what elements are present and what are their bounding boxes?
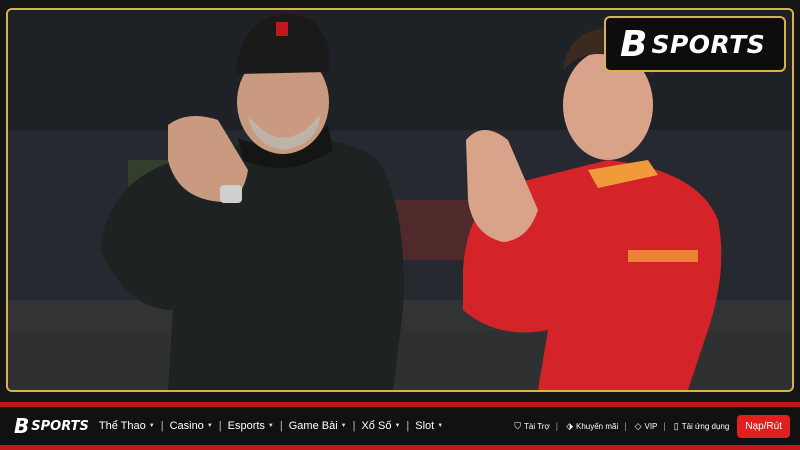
cap-crest <box>276 22 288 36</box>
link-khuyen-mai[interactable]: ⬗ Khuyến mãi <box>566 421 618 432</box>
nav-right-links: ⛉ Tài Trợ | ⬗ Khuyến mãi | ◇ VIP | ▯ Tải… <box>506 414 790 438</box>
brand-logo-mark: B <box>620 23 647 65</box>
wrist-watch <box>220 185 242 203</box>
brand-logo-text: SPORTS <box>651 29 766 59</box>
menu-separator: | <box>279 420 283 432</box>
link-vip[interactable]: ◇ VIP <box>635 421 658 432</box>
brand-logo-badge[interactable]: B SPORTS <box>604 16 786 72</box>
link-separator: | <box>663 421 666 431</box>
nav-logo[interactable]: B SPORTS <box>14 414 89 438</box>
menu-item-label: Thể Thao <box>98 420 146 432</box>
page-frame: B SPORTS B SPORTS Thể Thao ▼ | Casino ▼ … <box>0 0 800 450</box>
nav-logo-mark: B <box>14 414 29 438</box>
link-label: Tài Trợ <box>524 421 550 431</box>
shield-icon: ⛉ <box>514 420 522 431</box>
link-separator: | <box>555 421 559 431</box>
link-tai-tro[interactable]: ⛉ Tài Trợ <box>514 421 549 432</box>
menu-item-label: Slot <box>415 420 435 432</box>
main-menu: Thể Thao ▼ | Casino ▼ | Esports ▼ | Game… <box>99 420 443 432</box>
menu-separator: | <box>218 420 222 432</box>
link-label: Tải ứng dụng <box>681 421 730 431</box>
menu-separator: | <box>352 420 356 432</box>
tag-icon: ⬗ <box>566 420 573 431</box>
menu-item-slot[interactable]: Slot ▼ <box>415 420 443 432</box>
link-tai-ung-dung[interactable]: ▯ Tải ứng dụng <box>674 421 730 432</box>
menu-separator: | <box>406 420 410 432</box>
link-label: Khuyến mãi <box>575 421 619 431</box>
caret-down-icon: ▼ <box>437 423 444 429</box>
menu-item-label: Xổ Số <box>361 420 392 432</box>
menu-item-label: Casino <box>169 420 204 432</box>
bottom-navbar: B SPORTS Thể Thao ▼ | Casino ▼ | Esports… <box>0 407 800 445</box>
caret-down-icon: ▼ <box>206 423 213 429</box>
link-separator: | <box>624 421 627 431</box>
caret-down-icon: ▼ <box>394 423 401 429</box>
nav-bottom-accent <box>0 445 800 450</box>
menu-item-xo-so[interactable]: Xổ Số ▼ <box>361 420 400 432</box>
kit-stripe <box>628 250 698 262</box>
caret-down-icon: ▼ <box>148 423 155 429</box>
nav-logo-text: SPORTS <box>31 418 89 434</box>
deposit-withdraw-button[interactable]: Nạp/Rút <box>737 414 790 438</box>
phone-icon: ▯ <box>673 420 679 431</box>
menu-item-game-bai[interactable]: Game Bài ▼ <box>289 420 347 432</box>
link-label: VIP <box>644 421 658 431</box>
menu-separator: | <box>160 420 164 432</box>
menu-item-label: Esports <box>227 420 265 432</box>
menu-item-casino[interactable]: Casino ▼ <box>170 420 213 432</box>
caret-down-icon: ▼ <box>267 423 274 429</box>
diamond-icon: ◇ <box>634 420 642 431</box>
caret-down-icon: ▼ <box>340 423 347 429</box>
menu-item-label: Game Bài <box>288 420 338 432</box>
menu-item-esports[interactable]: Esports ▼ <box>228 420 274 432</box>
menu-item-the-thao[interactable]: Thể Thao ▼ <box>99 420 155 432</box>
